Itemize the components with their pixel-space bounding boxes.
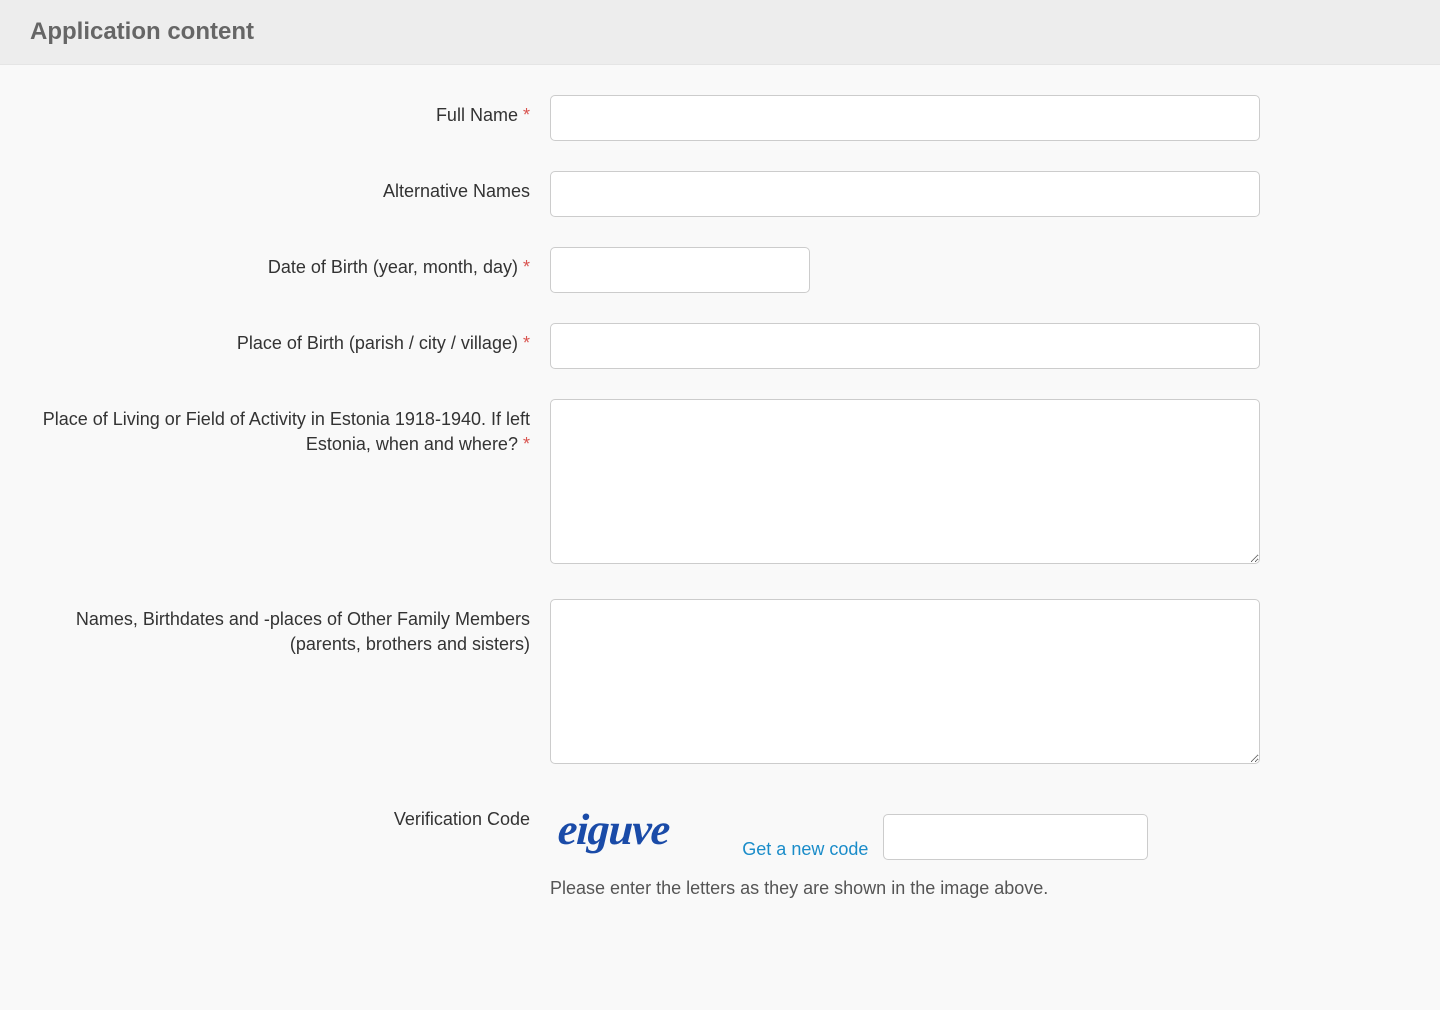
required-marker: * — [523, 434, 530, 454]
captcha-hint: Please enter the letters as they are sho… — [550, 878, 1260, 899]
section-header: Application content — [0, 0, 1440, 65]
captcha-image: eiguve — [550, 799, 677, 860]
row-place-of-living: Place of Living or Field of Activity in … — [30, 399, 1410, 569]
label-alternative-names: Alternative Names — [30, 171, 550, 204]
row-alternative-names: Alternative Names — [30, 171, 1410, 217]
get-new-code-link[interactable]: Get a new code — [742, 839, 868, 860]
verification-code-input[interactable] — [883, 814, 1148, 860]
row-family-members: Names, Birthdates and -places of Other F… — [30, 599, 1410, 769]
label-place-of-birth: Place of Birth (parish / city / village)… — [30, 323, 550, 356]
row-verification: Verification Code eiguve Get a new code … — [30, 799, 1410, 899]
required-marker: * — [523, 105, 530, 125]
place-of-living-textarea[interactable] — [550, 399, 1260, 564]
row-full-name: Full Name * — [30, 95, 1410, 141]
row-place-of-birth: Place of Birth (parish / city / village)… — [30, 323, 1410, 369]
alternative-names-input[interactable] — [550, 171, 1260, 217]
label-date-of-birth: Date of Birth (year, month, day) * — [30, 247, 550, 280]
captcha-area: eiguve Get a new code — [550, 799, 1260, 860]
required-marker: * — [523, 333, 530, 353]
label-place-of-living: Place of Living or Field of Activity in … — [30, 399, 550, 457]
date-of-birth-input[interactable] — [550, 247, 810, 293]
captcha-code-text: eiguve — [548, 799, 678, 860]
page-title: Application content — [30, 18, 1410, 46]
full-name-input[interactable] — [550, 95, 1260, 141]
family-members-textarea[interactable] — [550, 599, 1260, 764]
required-marker: * — [523, 257, 530, 277]
label-family-members: Names, Birthdates and -places of Other F… — [30, 599, 550, 657]
label-verification: Verification Code — [30, 799, 550, 832]
label-full-name: Full Name * — [30, 95, 550, 128]
form-container: Full Name * Alternative Names Date of Bi… — [0, 65, 1440, 969]
place-of-birth-input[interactable] — [550, 323, 1260, 369]
row-date-of-birth: Date of Birth (year, month, day) * — [30, 247, 1410, 293]
